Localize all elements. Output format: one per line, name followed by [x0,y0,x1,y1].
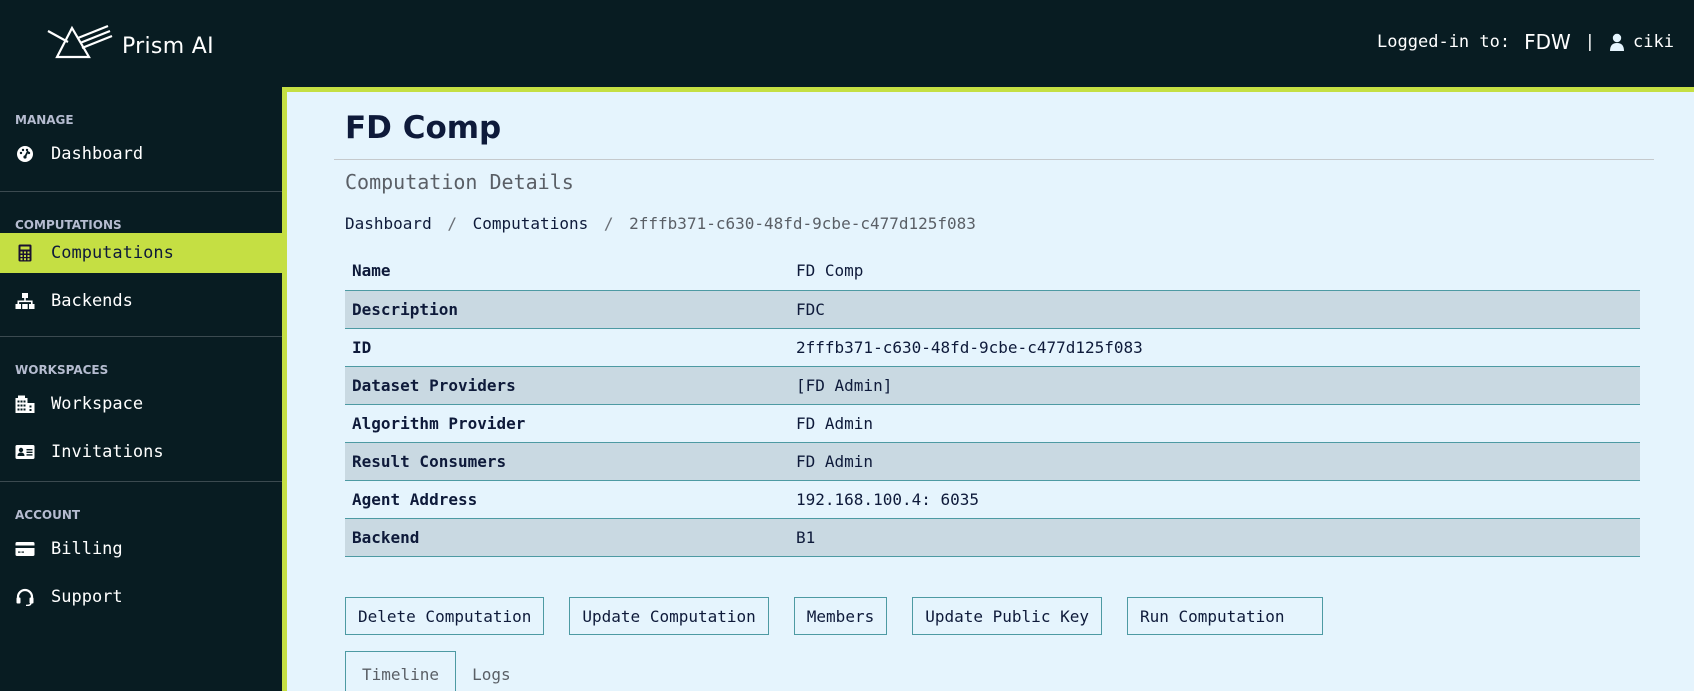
sidebar-section-workspaces: WORKSPACES Workspace Invitations [0,337,282,482]
detail-value: 192.168.100.4: 6035 [796,489,980,509]
sidebar-item-backends[interactable]: Backends [0,281,282,321]
members-button[interactable]: Members [793,597,888,635]
run-computation-button[interactable]: Run Computation [1126,597,1323,635]
table-row: ID 2fffb371-c630-48fd-9cbe-c477d125f083 [345,328,1640,366]
sidebar-section-computations: COMPUTATIONS Computations Backends [0,192,282,337]
brand[interactable]: Prism AI [46,24,214,60]
user-area: Logged-in to: FDW | ciki [1377,30,1674,54]
detail-key: Name [352,261,391,281]
sidebar-section-account: ACCOUNT Billing Support [0,482,282,617]
sidebar-item-computations[interactable]: Computations [0,233,282,273]
detail-value: FD Comp [796,261,864,281]
detail-value: B1 [796,527,816,547]
detail-value: 2fffb371-c630-48fd-9cbe-c477d125f083 [796,337,1143,357]
breadcrumb-separator: / [603,214,614,233]
sidebar: MANAGE Dashboard COMPUTATIONS Computatio… [0,87,282,691]
detail-key: Backend [352,527,420,547]
calculator-icon [15,243,35,263]
detail-value: [FD Admin] [796,375,893,395]
tab-timeline[interactable]: Timeline [345,651,457,691]
detail-key: Result Consumers [352,451,507,471]
sidebar-item-label: Workspace [51,394,144,414]
sidebar-item-label: Support [51,587,123,607]
username[interactable]: ciki [1633,32,1674,52]
detail-value: FD Admin [796,451,874,471]
sidebar-item-billing[interactable]: Billing [0,529,282,569]
org-name[interactable]: FDW [1524,30,1571,54]
sidebar-item-support[interactable]: Support [0,577,282,617]
table-row: Result Consumers FD Admin [345,442,1640,480]
sidebar-item-dashboard[interactable]: Dashboard [0,134,282,174]
building-icon [15,394,35,414]
separator: | [1584,32,1596,52]
table-row: Algorithm Provider FD Admin [345,404,1640,442]
id-card-icon [15,442,35,462]
sidebar-item-label: Dashboard [51,144,144,164]
breadcrumb-separator: / [447,214,457,233]
table-row: Backend B1 [345,518,1640,556]
action-buttons: Delete Computation Update Computation Me… [345,597,1348,635]
logged-in-label: Logged-in to: [1377,32,1511,52]
sidebar-item-label: Billing [51,539,123,559]
breadcrumb-current: 2fffb371-c630-48fd-9cbe-c477d125f083 [629,214,976,233]
detail-key: Agent Address [352,489,478,509]
breadcrumb-computations[interactable]: Computations [473,214,589,233]
user-icon [1610,33,1625,51]
dashboard-gauge-icon [15,144,35,164]
table-row: Agent Address 192.168.100.4: 6035 [345,480,1640,518]
credit-card-icon [15,539,35,559]
table-row: Dataset Providers [FD Admin] [345,366,1640,404]
computation-details-table: Name FD Comp Description FDC ID 2fffb371-c6… [345,252,1640,557]
sidebar-item-label: Invitations [51,442,164,462]
brand-name: Prism AI [122,33,214,59]
section-title: MANAGE [15,113,74,127]
update-computation-button[interactable]: Update Computation [569,597,769,635]
sitemap-icon [15,291,35,311]
sidebar-item-label: Computations [51,243,174,263]
update-public-key-button[interactable]: Update Public Key [912,597,1102,635]
detail-key: Algorithm Provider [352,413,526,433]
title-divider [334,159,1654,160]
prism-logo-icon [47,24,113,59]
main-content: FD Comp Computation Details Dashboard / … [282,87,1694,691]
detail-value: FD Admin [796,413,874,433]
breadcrumb: Dashboard / Computations / 2fffb371-c630… [345,214,976,233]
detail-key: Dataset Providers [352,375,516,395]
sidebar-section-manage: MANAGE Dashboard [0,87,282,192]
top-navbar: Prism AI Logged-in to: FDW | ciki [0,0,1694,87]
breadcrumb-dashboard[interactable]: Dashboard [345,214,432,233]
sidebar-item-invitations[interactable]: Invitations [0,432,282,472]
delete-computation-button[interactable]: Delete Computation [345,597,545,635]
detail-key: ID [352,337,372,357]
headset-icon [15,587,35,607]
detail-value: FDC [796,299,825,319]
page-subtitle: Computation Details [345,170,574,194]
section-title: ACCOUNT [15,508,81,522]
tabs: Timeline Logs [345,651,527,691]
detail-key: Description [352,299,458,319]
sidebar-item-label: Backends [51,291,133,311]
tab-logs[interactable]: Logs [456,651,527,691]
section-title: COMPUTATIONS [15,218,122,232]
page-title: FD Comp [345,110,502,146]
table-row: Name FD Comp [345,252,1640,290]
sidebar-item-workspace[interactable]: Workspace [0,384,282,424]
section-title: WORKSPACES [15,363,109,377]
table-row: Description FDC [345,290,1640,328]
